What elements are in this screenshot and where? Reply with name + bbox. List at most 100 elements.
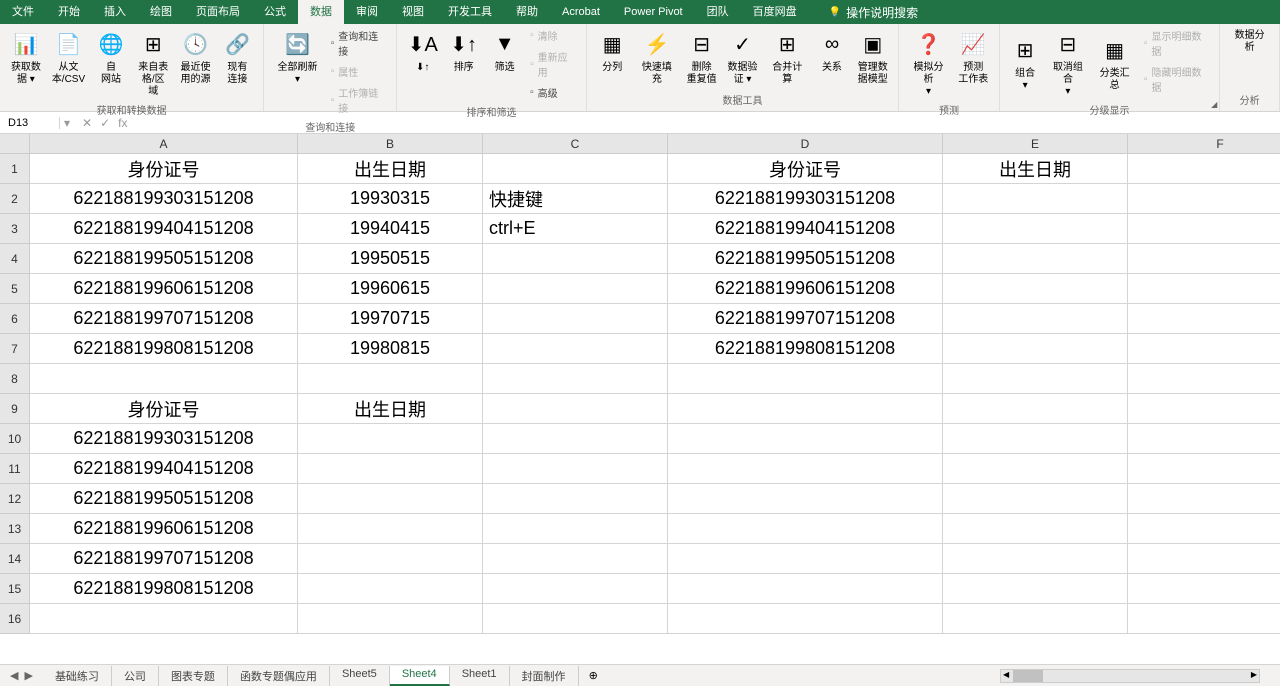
cell-F3[interactable] [1128,214,1280,244]
cell-A2[interactable]: 622188199303151208 [30,184,298,214]
cell-A10[interactable]: 622188199303151208 [30,424,298,454]
cell-F10[interactable] [1128,424,1280,454]
cell-F12[interactable] [1128,484,1280,514]
filter-button[interactable]: ▼筛选 [485,26,524,76]
cell-F9[interactable] [1128,394,1280,424]
name-box-dropdown-icon[interactable]: ▾ [60,116,74,130]
cell-F5[interactable] [1128,274,1280,304]
sheet-nav-prev-icon[interactable]: ◀ [10,669,18,682]
cell-B5[interactable]: 19960615 [298,274,483,304]
outline-btn-2[interactable]: ▦分类汇总 [1091,26,1138,100]
spreadsheet-grid[interactable]: ABCDEF1身份证号出生日期身份证号出生日期26221881993031512… [0,134,1280,664]
row-header-14[interactable]: 14 [0,544,30,574]
cell-D1[interactable]: 身份证号 [668,154,943,184]
cell-D5[interactable]: 622188199606151208 [668,274,943,304]
ribbon-tab-5[interactable]: 公式 [252,0,298,24]
cell-A15[interactable]: 622188199808151208 [30,574,298,604]
row-header-13[interactable]: 13 [0,514,30,544]
cell-E3[interactable] [943,214,1128,244]
cell-A3[interactable]: 622188199404151208 [30,214,298,244]
get-data-btn-2[interactable]: 🌐自网站 [91,26,131,88]
ribbon-tab-9[interactable]: 开发工具 [436,0,504,24]
cancel-icon[interactable]: ✕ [82,116,92,130]
scrollbar-thumb[interactable] [1013,670,1043,682]
cell-F7[interactable] [1128,334,1280,364]
cell-B4[interactable]: 19950515 [298,244,483,274]
sheet-nav-next-icon[interactable]: ▶ [24,669,32,682]
cell-F15[interactable] [1128,574,1280,604]
cell-E7[interactable] [943,334,1128,364]
cell-D10[interactable] [668,424,943,454]
ribbon-tab-6[interactable]: 数据 [298,0,344,24]
cell-C12[interactable] [483,484,668,514]
sheet-tab-6[interactable]: Sheet1 [450,666,510,686]
cell-A6[interactable]: 622188199707151208 [30,304,298,334]
cell-B7[interactable]: 19980815 [298,334,483,364]
ribbon-tab-3[interactable]: 绘图 [138,0,184,24]
outline-btn-1[interactable]: ⊟取消组合▾ [1045,26,1092,100]
dialog-launcher-icon[interactable]: ◢ [1211,100,1217,109]
sheet-tab-0[interactable]: 基础练习 [43,666,112,686]
row-header-3[interactable]: 3 [0,214,30,244]
datatool-btn-6[interactable]: ▣管理数据模型 [853,26,892,88]
col-header-E[interactable]: E [943,134,1128,154]
get-data-btn-1[interactable]: 📄从文本/CSV [48,26,89,88]
col-header-D[interactable]: D [668,134,943,154]
cell-A1[interactable]: 身份证号 [30,154,298,184]
cell-C8[interactable] [483,364,668,394]
get-data-btn-0[interactable]: 📊获取数据 ▾ [6,26,46,88]
cell-F1[interactable] [1128,154,1280,184]
ribbon-tab-7[interactable]: 审阅 [344,0,390,24]
sheet-tab-5[interactable]: Sheet4 [390,666,450,686]
cell-C15[interactable] [483,574,668,604]
data-analysis-button[interactable]: 数据分析 [1226,26,1273,56]
cell-C14[interactable] [483,544,668,574]
cell-C10[interactable] [483,424,668,454]
cell-B9[interactable]: 出生日期 [298,394,483,424]
add-sheet-button[interactable]: ⊕ [579,669,608,682]
cell-E10[interactable] [943,424,1128,454]
cell-F13[interactable] [1128,514,1280,544]
fx-icon[interactable]: fx [118,116,127,130]
cell-B15[interactable] [298,574,483,604]
row-header-10[interactable]: 10 [0,424,30,454]
get-data-btn-4[interactable]: 🕓最近使用的源 [176,26,216,88]
cell-A7[interactable]: 622188199808151208 [30,334,298,364]
cell-F14[interactable] [1128,544,1280,574]
cell-A9[interactable]: 身份证号 [30,394,298,424]
cell-F8[interactable] [1128,364,1280,394]
cell-F2[interactable] [1128,184,1280,214]
cell-D7[interactable]: 622188199808151208 [668,334,943,364]
cell-B6[interactable]: 19970715 [298,304,483,334]
cell-C4[interactable] [483,244,668,274]
cell-C2[interactable]: 快捷键 [483,184,668,214]
cell-D3[interactable]: 622188199404151208 [668,214,943,244]
cell-D4[interactable]: 622188199505151208 [668,244,943,274]
query-item-0[interactable]: ▫查询和连接 [327,26,391,60]
cell-D12[interactable] [668,484,943,514]
ribbon-tab-8[interactable]: 视图 [390,0,436,24]
row-header-8[interactable]: 8 [0,364,30,394]
sheet-tab-3[interactable]: 函数专题偶应用 [228,666,330,686]
cell-B11[interactable] [298,454,483,484]
cell-B8[interactable] [298,364,483,394]
ribbon-tab-1[interactable]: 开始 [46,0,92,24]
cell-E14[interactable] [943,544,1128,574]
get-data-btn-3[interactable]: ⊞来自表格/区域 [133,26,174,100]
get-data-btn-5[interactable]: 🔗现有连接 [217,26,257,88]
row-header-11[interactable]: 11 [0,454,30,484]
cell-F16[interactable] [1128,604,1280,634]
cell-B1[interactable]: 出生日期 [298,154,483,184]
row-header-9[interactable]: 9 [0,394,30,424]
cell-A4[interactable]: 622188199505151208 [30,244,298,274]
cell-E9[interactable] [943,394,1128,424]
datatool-btn-0[interactable]: ▦分列 [593,26,632,76]
ribbon-tab-2[interactable]: 插入 [92,0,138,24]
col-header-C[interactable]: C [483,134,668,154]
cell-E1[interactable]: 出生日期 [943,154,1128,184]
cell-B12[interactable] [298,484,483,514]
cell-B16[interactable] [298,604,483,634]
cell-E13[interactable] [943,514,1128,544]
sort-button[interactable]: ⬇↑排序 [444,26,483,76]
cell-B3[interactable]: 19940415 [298,214,483,244]
